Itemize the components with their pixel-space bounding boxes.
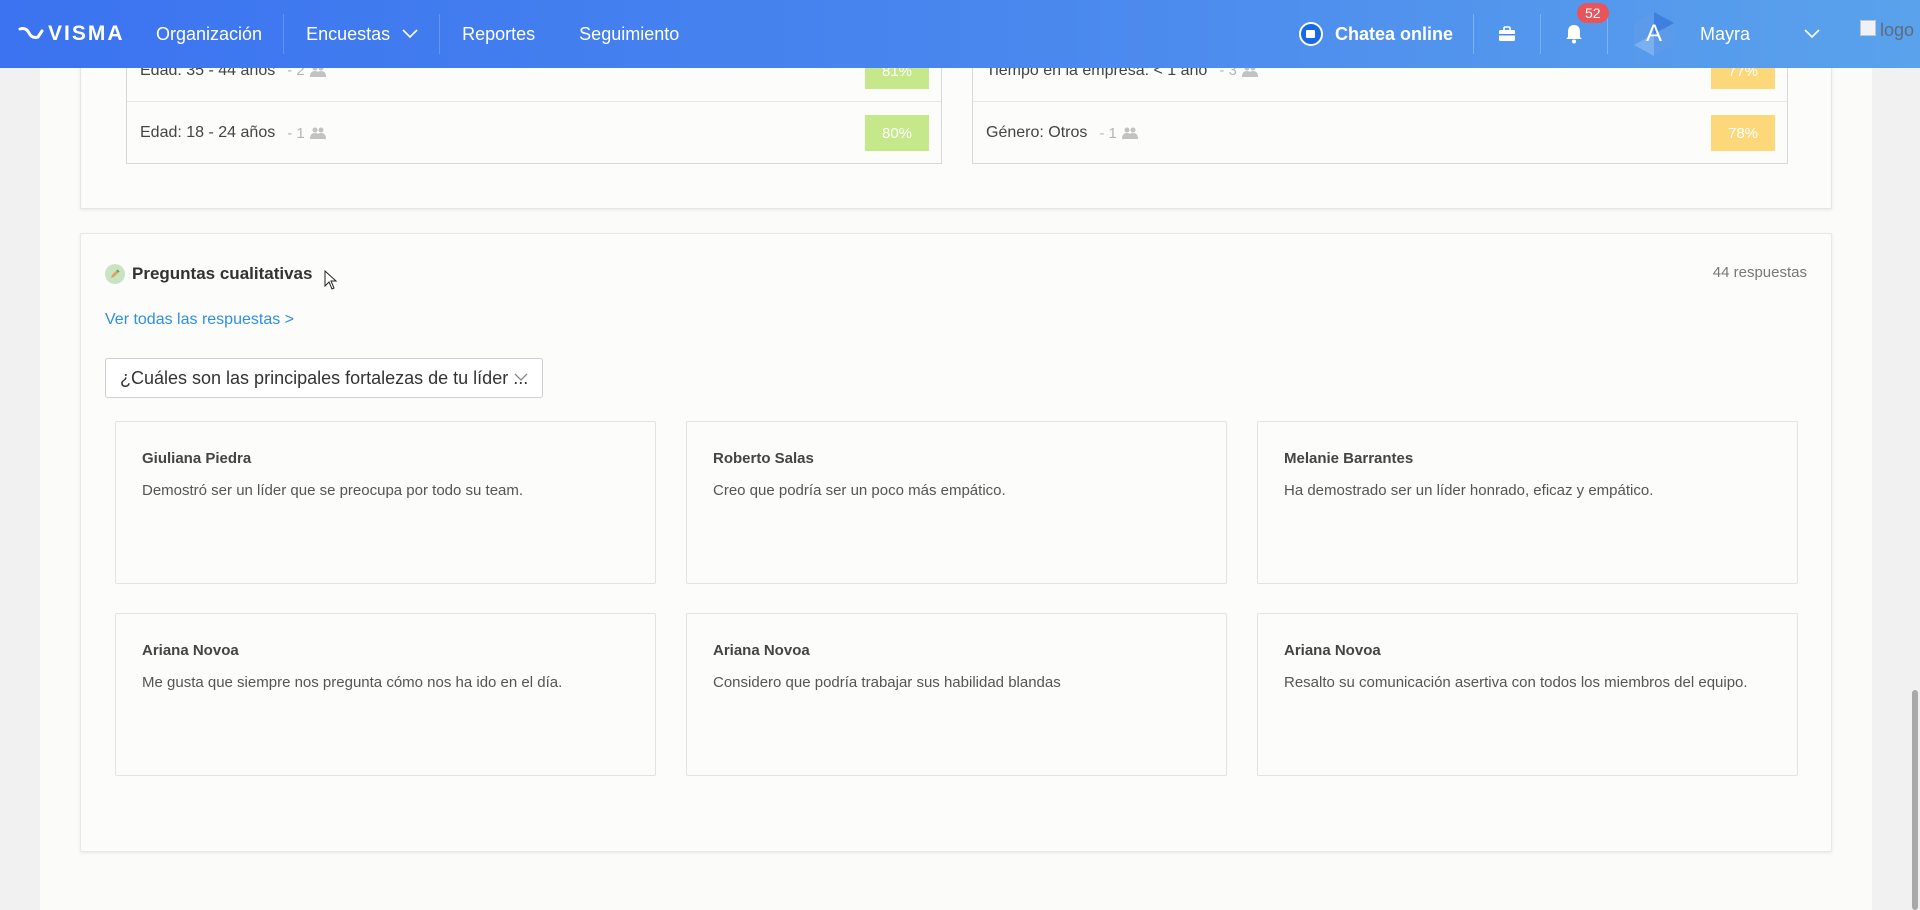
selected-question: ¿Cuáles son las principales fortalezas d… — [120, 367, 529, 388]
demographic-row: Género: Otros - 1 78% — [973, 102, 1787, 164]
chat-online-label: Chatea online — [1334, 23, 1453, 44]
chat-online-button[interactable]: Chatea online — [1285, 0, 1473, 68]
question-select[interactable]: ¿Cuáles son las principales fortalezas d… — [105, 358, 543, 398]
respondent-name: Ariana Novoa — [142, 642, 239, 659]
avatar: A — [1630, 10, 1678, 58]
response-card: Giuliana Piedra Demostró ser un líder qu… — [115, 421, 656, 584]
respondent-name: Giuliana Piedra — [142, 450, 252, 467]
response-text: Creo que podría ser un poco más empático… — [713, 482, 1006, 499]
logo-alt-text: logo — [1880, 20, 1915, 40]
mouse-cursor-icon — [324, 270, 338, 290]
visma-logo-icon — [18, 27, 44, 39]
response-card: Ariana Novoa Resalto su comunicación ase… — [1257, 613, 1798, 776]
response-card: Melanie Barrantes Ha demostrado ser un l… — [1257, 421, 1798, 584]
briefcase-button[interactable] — [1474, 0, 1540, 68]
response-text: Considero que podría trabajar sus habili… — [713, 674, 1061, 691]
chat-icon — [1298, 22, 1323, 46]
notifications-badge: 52 — [1577, 3, 1609, 23]
broken-image-icon — [1860, 20, 1876, 36]
respondent-name: Melanie Barrantes — [1284, 450, 1414, 467]
scrollbar-thumb[interactable] — [1912, 690, 1918, 910]
response-card: Ariana Novoa Considero que podría trabaj… — [686, 613, 1227, 776]
nav-item-reportes[interactable]: Reportes — [440, 0, 557, 68]
briefcase-icon — [1499, 26, 1515, 41]
bell-icon — [1566, 25, 1582, 44]
user-menu[interactable]: A Mayra — [1608, 0, 1842, 68]
main-nav: Organización Encuestas Reportes Seguimie… — [134, 0, 701, 68]
nav-item-organizacion[interactable]: Organización — [134, 0, 285, 68]
percentage-badge: 80% — [865, 115, 929, 151]
section-header: Preguntas cualitativas — [105, 264, 312, 284]
brand-name: VISMA — [48, 22, 125, 45]
response-text: Resalto su comunicación asertiva con tod… — [1284, 674, 1748, 691]
demographic-count: - 1 — [287, 125, 326, 142]
demographic-label: Género: Otros — [986, 124, 1088, 141]
avatar-initial: A — [1645, 20, 1662, 47]
user-name: Mayra — [1700, 23, 1751, 44]
response-card: Ariana Novoa Me gusta que siempre nos pr… — [115, 613, 656, 776]
section-title: Preguntas cualitativas — [132, 264, 313, 283]
nav-item-encuestas[interactable]: Encuestas — [284, 0, 441, 68]
chevron-down-icon — [514, 373, 528, 381]
chevron-down-icon — [402, 29, 418, 39]
people-icon — [1121, 127, 1138, 139]
top-navigation-bar: VISMA Organización Encuestas Reportes Se… — [0, 0, 1920, 68]
respondent-name: Ariana Novoa — [1284, 642, 1381, 659]
notifications-button[interactable]: 52 — [1541, 0, 1609, 68]
responses-count: 44 respuestas — [1712, 264, 1807, 281]
chevron-down-icon — [1804, 29, 1820, 39]
demographic-label: Edad: 18 - 24 años — [140, 124, 276, 141]
respondent-name: Ariana Novoa — [713, 642, 810, 659]
nav-item-seguimiento[interactable]: Seguimiento — [557, 0, 701, 68]
people-icon — [309, 127, 326, 139]
see-all-responses-link[interactable]: Ver todas las respuestas > — [105, 311, 294, 329]
respondent-name: Roberto Salas — [713, 450, 814, 467]
response-text: Me gusta que siempre nos pregunta cómo n… — [142, 674, 563, 691]
response-text: Ha demostrado ser un líder honrado, efic… — [1284, 482, 1654, 499]
percentage-badge: 78% — [1711, 115, 1775, 151]
demographic-row: Edad: 18 - 24 años - 1 80% — [127, 102, 941, 164]
response-card: Roberto Salas Creo que podría ser un poc… — [686, 421, 1227, 584]
demographic-count: - 1 — [1099, 125, 1138, 142]
pencil-icon — [105, 264, 125, 284]
response-text: Demostró ser un líder que se preocupa po… — [142, 482, 524, 499]
header-actions: Chatea online 52 A Mayra logo — [1285, 0, 1920, 68]
qualitative-questions-card: Preguntas cualitativas 44 respuestas Ver… — [80, 233, 1832, 852]
brand-logo[interactable]: VISMA — [0, 0, 130, 68]
company-logo: logo — [1842, 0, 1920, 68]
